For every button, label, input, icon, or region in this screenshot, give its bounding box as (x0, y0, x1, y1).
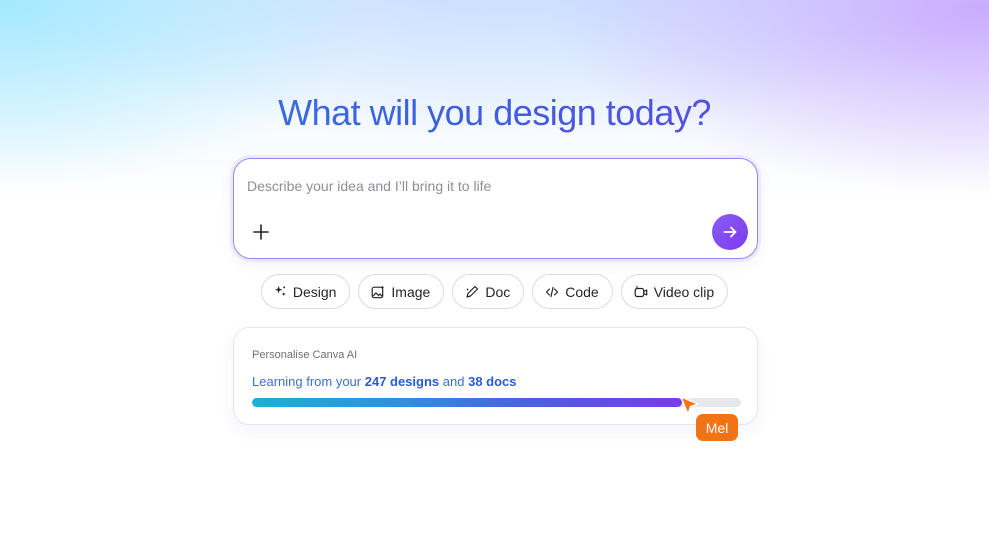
video-sparkle-icon (634, 285, 648, 297)
learning-status: Learning from your 247 designs and 38 do… (252, 374, 517, 389)
designs-count: 247 designs (364, 374, 440, 389)
chip-image[interactable]: Image (358, 274, 445, 309)
add-button[interactable] (250, 221, 272, 243)
page-title: What will you design today? (0, 92, 989, 134)
learning-progress-bar (252, 398, 741, 407)
image-sparkle-icon (372, 285, 385, 298)
collaborator-name-tag: Mel (696, 414, 738, 441)
arrow-right-icon (723, 226, 737, 238)
chip-video-clip[interactable]: Video clip (620, 274, 729, 309)
docs-count: 38 docs (468, 374, 517, 389)
learning-text-middle: and (439, 374, 469, 389)
chip-label: Image (391, 283, 431, 300)
personalise-label: Personalise Canva AI (252, 349, 358, 361)
chip-label: Design (292, 283, 337, 300)
sparkle-design-icon (274, 285, 286, 297)
prompt-input[interactable] (247, 175, 717, 197)
prompt-box (233, 158, 758, 259)
chip-doc[interactable]: Doc (452, 274, 525, 309)
collaborator-cursor-icon (680, 396, 699, 415)
chip-label: Code (565, 283, 599, 300)
learning-progress-fill (252, 398, 683, 407)
chip-code[interactable]: Code (532, 274, 613, 309)
code-icon (546, 286, 559, 297)
chip-label: Video clip (653, 283, 715, 300)
chip-label: Doc (485, 283, 511, 300)
learning-text-prefix: Learning from your (252, 374, 365, 389)
plus-icon (253, 224, 269, 240)
suggestion-chips: Design Image Doc Code Video clip (0, 274, 989, 309)
pen-sparkle-icon (466, 285, 479, 298)
chip-design[interactable]: Design (260, 274, 351, 309)
submit-button[interactable] (712, 214, 748, 250)
